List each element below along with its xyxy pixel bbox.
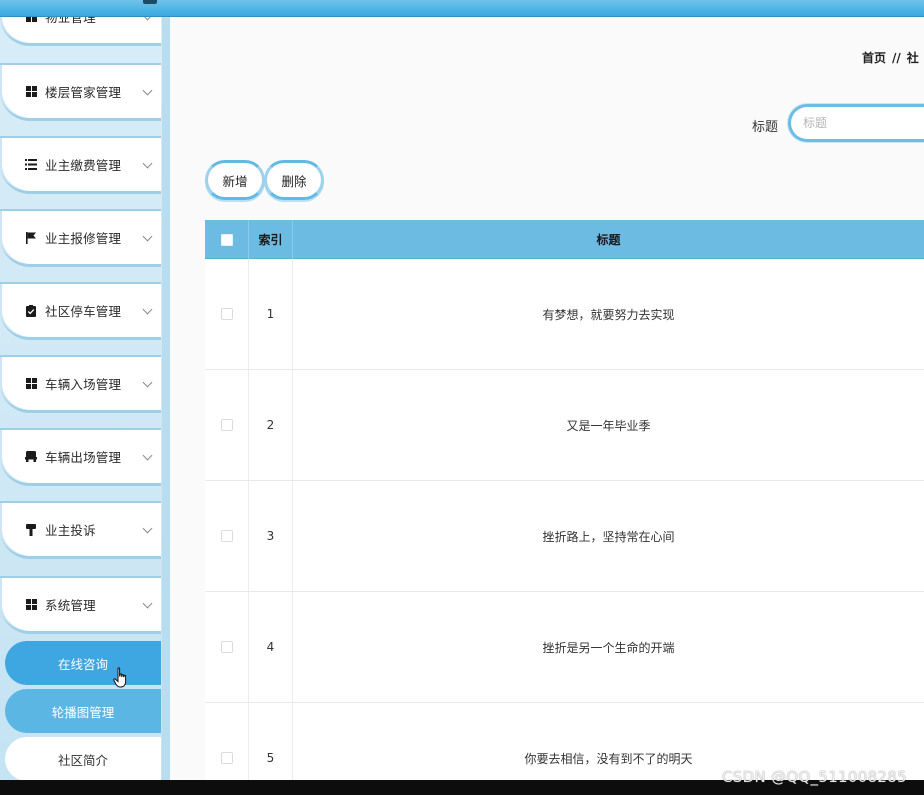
sidebar-item-repair[interactable]: 业主报修管理 [0, 209, 161, 267]
sidebar-item-label: 系统管理 [45, 598, 96, 613]
column-header-title[interactable]: 标题 [293, 220, 924, 259]
sidebar-subitem-label: 轮播图管理 [51, 704, 115, 720]
table-row[interactable]: 4 挫折是另一个生命的开端 [205, 592, 924, 703]
sidebar-item-label: 业主报修管理 [45, 231, 122, 246]
sidebar-item-label: 车辆出场管理 [45, 450, 122, 465]
top-header-bar [0, 0, 924, 17]
checkbox-cell [205, 259, 249, 369]
column-header-index[interactable]: 索引 [249, 220, 293, 259]
table-row[interactable]: 1 有梦想，就要努力去实现 [205, 259, 924, 370]
logo-fragment [143, 0, 157, 4]
chevron-down-icon [142, 231, 153, 242]
select-all-checkbox[interactable] [220, 233, 233, 246]
index-cell: 1 [249, 259, 293, 369]
grid-icon [24, 598, 38, 612]
car-icon [24, 450, 38, 464]
sidebar-item-label: 业主投诉 [45, 523, 96, 538]
sidebar: 物业管理 楼层管家管理 业主缴费管理 业主报修管理 社区停车管理 车辆入场管理 [0, 17, 170, 780]
search-label: 标题 [752, 120, 779, 135]
breadcrumb-separator: // [892, 51, 901, 65]
search-input[interactable] [788, 104, 924, 142]
chevron-down-icon [142, 85, 153, 96]
flag-icon [24, 231, 38, 245]
watermark: CSDN @QQ_511008285 [722, 768, 907, 786]
sidebar-edge [162, 17, 170, 780]
list-icon [24, 158, 38, 172]
sidebar-item-system[interactable]: 系统管理 [0, 576, 161, 634]
title-cell: 挫折路上，坚持常在心间 [542, 529, 675, 544]
row-checkbox[interactable] [220, 752, 233, 764]
row-checkbox[interactable] [220, 308, 233, 320]
checkbox-cell [205, 703, 249, 780]
sidebar-item-payment[interactable]: 业主缴费管理 [0, 136, 161, 194]
delete-button[interactable]: 删除 [264, 160, 324, 200]
title-cell: 挫折是另一个生命的开端 [542, 640, 675, 655]
sidebar-subitem-label: 社区简介 [57, 752, 108, 768]
row-checkbox[interactable] [220, 419, 233, 431]
sidebar-item-label: 物业管理 [45, 17, 96, 25]
row-checkbox[interactable] [220, 641, 233, 653]
chevron-down-icon [142, 450, 153, 461]
breadcrumb-home[interactable]: 首页 [862, 51, 886, 65]
breadcrumb-current: 社 [906, 51, 919, 65]
chevron-down-icon [142, 304, 153, 315]
sidebar-item-complaint[interactable]: 业主投诉 [0, 501, 161, 559]
hand-cursor-icon [113, 667, 127, 688]
sidebar-item-property[interactable]: 物业管理 [0, 17, 161, 46]
title-cell: 又是一年毕业季 [566, 418, 651, 433]
sidebar-subitem-label: 在线咨询 [57, 656, 108, 672]
table-row[interactable]: 3 挫折路上，坚持常在心间 [205, 481, 924, 592]
checkbox-cell [205, 370, 249, 480]
sidebar-item-parking[interactable]: 社区停车管理 [0, 282, 161, 340]
grid-icon [24, 17, 38, 24]
clipboard-check-icon [24, 304, 38, 318]
index-cell: 5 [249, 703, 293, 780]
pin-icon [24, 523, 38, 537]
sidebar-subitem-community-intro[interactable]: 社区简介 [5, 737, 161, 780]
index-cell: 3 [249, 481, 293, 591]
sidebar-item-label: 楼层管家管理 [45, 85, 122, 100]
select-all-cell [205, 220, 249, 259]
grid-icon [24, 85, 38, 99]
row-checkbox[interactable] [220, 530, 233, 542]
chevron-down-icon [142, 598, 153, 609]
sidebar-subitem-carousel[interactable]: 轮播图管理 [5, 689, 161, 733]
sidebar-item-floor-manager[interactable]: 楼层管家管理 [0, 63, 161, 121]
index-cell: 2 [249, 370, 293, 480]
table-row[interactable]: 2 又是一年毕业季 [205, 370, 924, 481]
sidebar-subitem-online-consult[interactable]: 在线咨询 [5, 641, 161, 685]
checkbox-cell [205, 481, 249, 591]
chevron-down-icon [142, 158, 153, 169]
index-cell: 4 [249, 592, 293, 702]
title-cell: 有梦想，就要努力去实现 [542, 307, 675, 322]
breadcrumb: 首页 // 社 [862, 49, 919, 66]
chevron-down-icon [142, 377, 153, 388]
sidebar-item-label: 业主缴费管理 [45, 158, 122, 173]
chevron-down-icon [142, 523, 153, 534]
sidebar-item-vehicle-exit[interactable]: 车辆出场管理 [0, 428, 161, 486]
table-header: 索引 标题 [205, 220, 924, 259]
chevron-down-icon [142, 17, 153, 21]
sidebar-item-label: 车辆入场管理 [45, 377, 122, 392]
sidebar-item-label: 社区停车管理 [45, 304, 122, 319]
data-table: 索引 标题 1 有梦想，就要努力去实现 2 又是一年毕业季 3 挫折路上，坚持常… [205, 220, 924, 780]
checkbox-cell [205, 592, 249, 702]
add-button[interactable]: 新增 [205, 160, 265, 200]
sidebar-item-vehicle-entry[interactable]: 车辆入场管理 [0, 355, 161, 413]
grid-icon [24, 377, 38, 391]
